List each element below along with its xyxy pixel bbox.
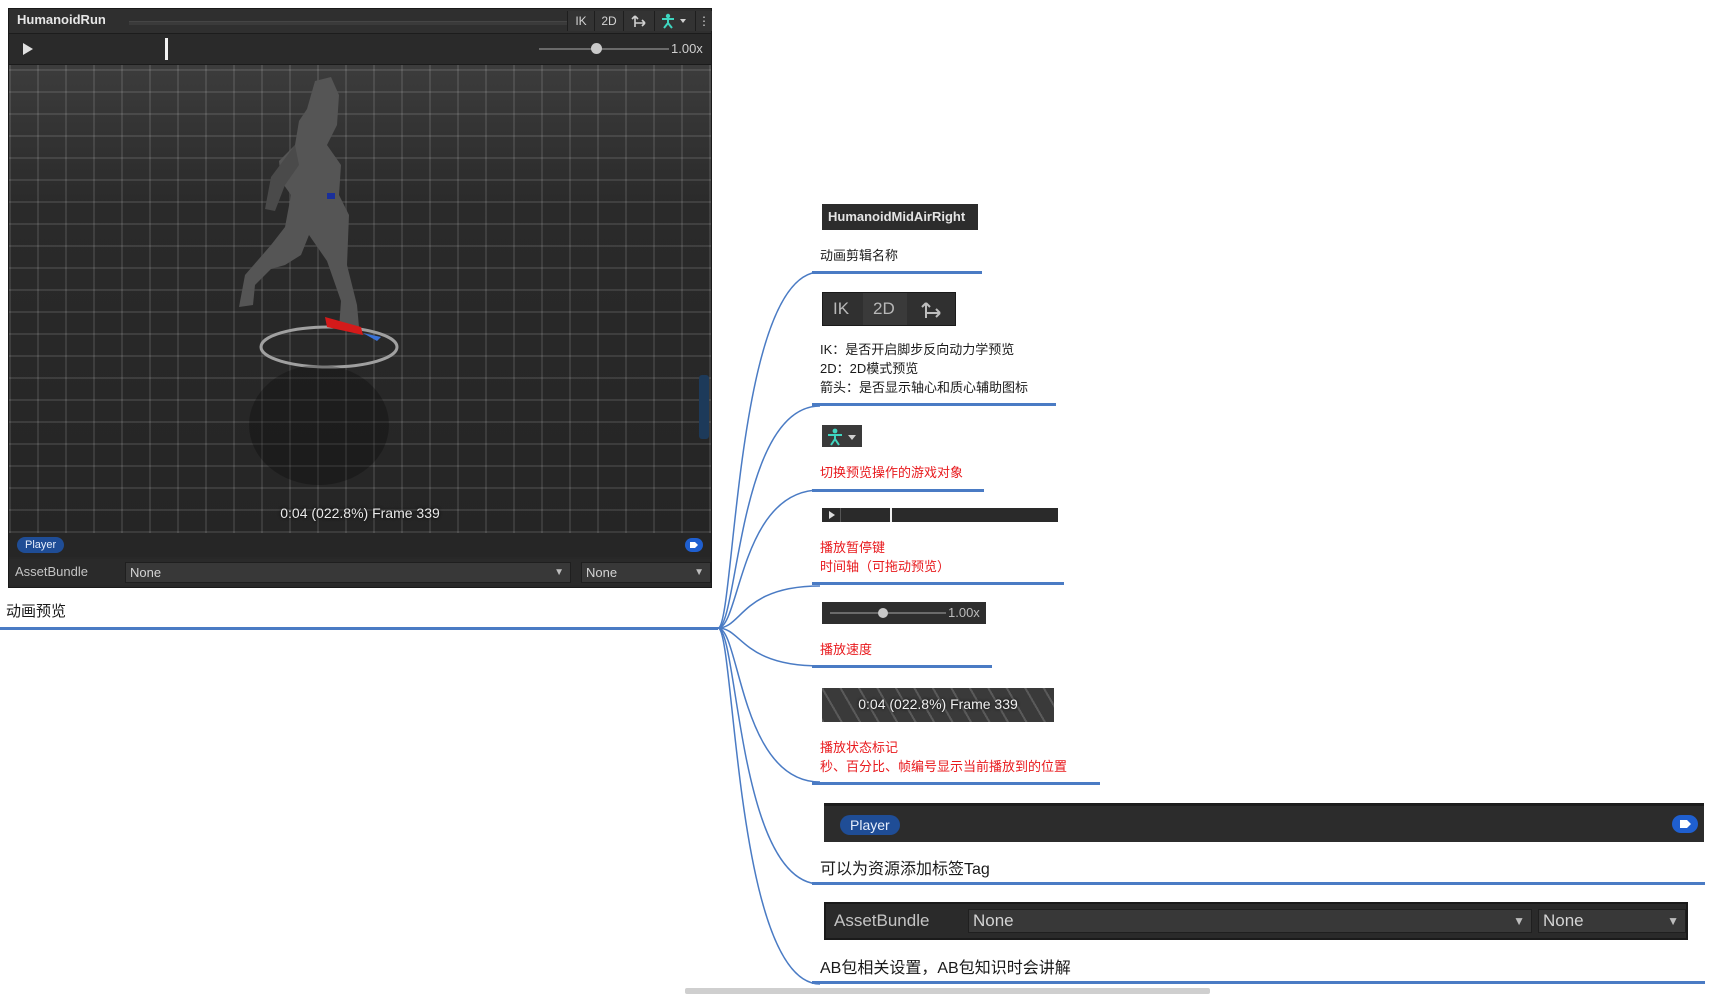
chevron-down-icon: ▼ — [1513, 914, 1525, 928]
play-underline — [812, 582, 1064, 585]
pivot-arrows-icon — [921, 302, 941, 318]
speed-thumb-value: 1.00x — [948, 605, 980, 620]
label-tag-icon — [1672, 815, 1698, 833]
avatar-icon — [828, 428, 856, 446]
clip-name-thumb-text: HumanoidMidAirRight — [828, 209, 966, 224]
ab-underline — [812, 981, 1705, 984]
speed-underline — [812, 665, 992, 668]
assetbundle-thumb-label: AssetBundle — [834, 911, 930, 930]
ik-line: IK：是否开启脚步反向动力学预览 — [820, 342, 1015, 357]
page-horizontal-scrollbar[interactable] — [685, 988, 1210, 994]
avatar-caption: 切换预览操作的游戏对象 — [820, 465, 964, 480]
chevron-down-icon: ▼ — [1667, 914, 1679, 928]
status-line: 播放状态标记 — [820, 740, 899, 755]
status-thumbnail: 0:04 (022.8%) Frame 339 — [822, 688, 1054, 722]
ik-2d-thumbnail: IK 2D — [822, 292, 956, 326]
mindmap-connectors — [717, 271, 821, 985]
2d-line: 2D：2D模式预览 — [820, 361, 919, 376]
ab-caption: AB包相关设置，AB包知识时会讲解 — [820, 960, 1071, 977]
play-timeline-thumbnail — [822, 508, 1058, 522]
assetbundle-thumb-dropdown: None ▼ — [968, 909, 1532, 933]
status-detail-line: 秒、百分比、帧编号显示当前播放到的位置 — [820, 759, 1068, 774]
play-icon — [829, 511, 835, 519]
assetbundle-thumbnail: AssetBundle None ▼ None ▼ — [824, 902, 1688, 940]
tag-thumbnail: Player — [824, 803, 1704, 842]
status-thumb-text: 0:04 (022.8%) Frame 339 — [858, 696, 1018, 712]
play-description: 播放暂停键 时间轴（可拖动预览） — [820, 538, 950, 576]
timeline-playhead-thumb — [890, 508, 892, 522]
status-description: 播放状态标记 秒、百分比、帧编号显示当前播放到的位置 — [820, 738, 1067, 776]
assetbundle-thumb-value: None — [973, 911, 1014, 930]
avatar-selector-thumbnail — [822, 425, 862, 447]
status-underline — [812, 782, 1100, 785]
ik-description: IK：是否开启脚步反向动力学预览 2D：2D模式预览 箭头：是否显示轴心和质心辅… — [820, 340, 1028, 397]
speed-caption: 播放速度 — [820, 642, 873, 657]
arrow-line: 箭头：是否显示轴心和质心辅助图标 — [820, 380, 1029, 395]
ik-thumb-label: IK — [833, 299, 850, 318]
tag-underline — [812, 882, 1705, 885]
clip-name-thumbnail: HumanoidMidAirRight — [822, 204, 978, 230]
clip-name-caption: 动画剪辑名称 — [820, 248, 899, 263]
play-pause-line: 播放暂停键 — [820, 540, 886, 555]
avatar-underline — [812, 489, 984, 492]
ik-underline — [812, 403, 1056, 406]
clip-name-underline — [812, 271, 982, 274]
assetbundle-thumb-variant: None ▼ — [1538, 909, 1686, 933]
2d-thumb-label: 2D — [873, 299, 895, 318]
assetbundle-thumb-variant-value: None — [1543, 911, 1584, 930]
tag-caption: 可以为资源添加标签Tag — [820, 861, 990, 878]
speed-slider-handle-thumb — [878, 608, 888, 618]
timeline-line: 时间轴（可拖动预览） — [820, 559, 951, 574]
tag-thumb-chip: Player — [840, 815, 900, 835]
speed-thumbnail: 1.00x — [822, 602, 986, 624]
